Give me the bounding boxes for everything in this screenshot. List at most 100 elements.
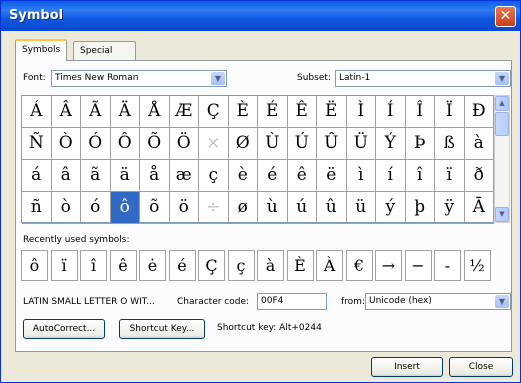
symbol-cell[interactable]: Ā	[464, 192, 494, 224]
symbol-cell[interactable]: Þ	[405, 128, 435, 160]
recent-symbol-cell[interactable]: −	[404, 250, 432, 281]
symbol-cell[interactable]: ó	[81, 192, 111, 224]
symbol-cell[interactable]: ø	[228, 192, 258, 224]
autocorrect-button[interactable]: AutoCorrect...	[23, 319, 105, 339]
symbol-cell[interactable]: Í	[376, 96, 406, 128]
symbol-cell[interactable]: Ò	[51, 128, 81, 160]
symbol-cell[interactable]: Æ	[169, 96, 199, 128]
symbol-cell[interactable]: Ê	[287, 96, 317, 128]
scroll-thumb[interactable]	[495, 112, 509, 136]
symbol-cell[interactable]: Á	[22, 96, 52, 128]
symbol-cell[interactable]: Ý	[376, 128, 406, 160]
symbol-cell[interactable]: ä	[110, 160, 140, 192]
symbol-cell[interactable]: ×	[199, 128, 229, 160]
chevron-down-icon[interactable]: ▼	[495, 72, 509, 85]
symbol-cell[interactable]: ù	[258, 192, 288, 224]
from-dropdown[interactable]: Unicode (hex) ▼	[365, 293, 511, 310]
symbol-cell[interactable]: Ù	[258, 128, 288, 160]
recent-symbol-cell[interactable]: €	[345, 250, 373, 281]
recent-symbol-cell[interactable]: é	[168, 250, 196, 281]
subset-dropdown[interactable]: Latin-1 ▼	[335, 70, 511, 87]
symbol-cell[interactable]: É	[258, 96, 288, 128]
tab-special-characters[interactable]: Special Characters	[73, 41, 137, 74]
recent-symbol-cell[interactable]: -	[434, 250, 461, 281]
symbol-cell[interactable]: Î	[405, 96, 435, 128]
scroll-up-icon[interactable]: ▲	[495, 96, 509, 111]
symbol-cell[interactable]: å	[140, 160, 170, 192]
recent-symbol-cell[interactable]: ė	[139, 250, 166, 281]
symbol-cell[interactable]: ï	[435, 160, 465, 192]
symbol-cell[interactable]: ì	[346, 160, 376, 192]
recent-symbol-cell[interactable]: Ç	[198, 250, 225, 281]
grid-scrollbar[interactable]: ▲ ▼	[494, 95, 510, 223]
symbol-cell[interactable]: Ì	[346, 96, 376, 128]
symbol-cell[interactable]: ÿ	[435, 192, 465, 224]
recent-symbol-cell[interactable]: ï	[50, 250, 78, 281]
symbol-cell[interactable]: þ	[405, 192, 435, 224]
symbol-cell[interactable]: ú	[287, 192, 317, 224]
shortcut-key-button[interactable]: Shortcut Key...	[119, 319, 205, 339]
recent-symbol-cell[interactable]: À	[316, 250, 343, 281]
symbol-cell[interactable]: Ü	[346, 128, 376, 160]
symbol-cell[interactable]: î	[405, 160, 435, 192]
from-value: Unicode (hex)	[369, 296, 432, 306]
symbol-cell[interactable]: Ñ	[22, 128, 52, 160]
chevron-down-icon[interactable]: ▼	[211, 72, 225, 85]
symbol-cell[interactable]: Õ	[140, 128, 170, 160]
close-icon[interactable]: ✕	[495, 6, 516, 27]
symbol-cell[interactable]: Ë	[317, 96, 347, 128]
symbol-cell[interactable]: ê	[287, 160, 317, 192]
symbol-cell[interactable]: û	[317, 192, 347, 224]
symbol-cell[interactable]: ô	[110, 192, 140, 224]
symbol-cell[interactable]: è	[228, 160, 258, 192]
symbol-cell[interactable]: È	[228, 96, 258, 128]
symbol-cell[interactable]: ã	[81, 160, 111, 192]
symbol-cell[interactable]: ÷	[199, 192, 229, 224]
recent-symbol-cell[interactable]: ½	[463, 250, 491, 281]
symbol-cell[interactable]: Ø	[228, 128, 258, 160]
symbol-cell[interactable]: ý	[376, 192, 406, 224]
symbol-cell[interactable]: ð	[464, 160, 494, 192]
symbol-cell[interactable]: Â	[51, 96, 81, 128]
recent-symbol-cell[interactable]: î	[80, 250, 107, 281]
symbol-cell[interactable]: Ú	[287, 128, 317, 160]
symbol-cell[interactable]: õ	[140, 192, 170, 224]
symbol-cell[interactable]: Ã	[81, 96, 111, 128]
symbol-cell[interactable]: Å	[140, 96, 170, 128]
symbol-cell[interactable]: Ó	[81, 128, 111, 160]
symbol-cell[interactable]: æ	[169, 160, 199, 192]
recent-symbol-cell[interactable]: ô	[21, 250, 48, 281]
recent-symbol-cell[interactable]: ç	[227, 250, 255, 281]
symbol-cell[interactable]: ñ	[22, 192, 52, 224]
symbol-cell[interactable]: í	[376, 160, 406, 192]
symbol-cell[interactable]: ü	[346, 192, 376, 224]
symbol-cell[interactable]: Ð	[464, 96, 494, 128]
symbol-cell[interactable]: ß	[435, 128, 465, 160]
symbol-cell[interactable]: ë	[317, 160, 347, 192]
symbol-cell[interactable]: Û	[317, 128, 347, 160]
recent-symbol-cell[interactable]: →	[375, 250, 402, 281]
symbol-cell[interactable]: Ä	[110, 96, 140, 128]
symbol-cell[interactable]: â	[51, 160, 81, 192]
title-bar[interactable]: Symbol ✕	[1, 1, 520, 31]
close-button[interactable]: Close	[449, 357, 513, 377]
symbol-cell[interactable]: ç	[199, 160, 229, 192]
tab-symbols[interactable]: Symbols	[15, 39, 68, 61]
symbol-cell[interactable]: ò	[51, 192, 81, 224]
chevron-down-icon[interactable]: ▼	[495, 295, 509, 308]
symbol-cell[interactable]: à	[464, 128, 494, 160]
symbol-cell[interactable]: Ï	[435, 96, 465, 128]
symbol-cell[interactable]: Ç	[199, 96, 229, 128]
symbol-cell[interactable]: é	[258, 160, 288, 192]
recent-symbol-cell[interactable]: È	[286, 250, 314, 281]
recent-symbol-cell[interactable]: à	[257, 250, 284, 281]
character-code-input[interactable]: 00F4	[257, 293, 327, 310]
scroll-down-icon[interactable]: ▼	[495, 207, 509, 222]
symbol-cell[interactable]: á	[22, 160, 52, 192]
symbol-cell[interactable]: Ö	[169, 128, 199, 160]
symbol-cell[interactable]: ö	[169, 192, 199, 224]
recent-symbol-cell[interactable]: ê	[109, 250, 137, 281]
insert-button[interactable]: Insert	[371, 357, 443, 377]
symbol-cell[interactable]: Ô	[110, 128, 140, 160]
font-dropdown[interactable]: Times New Roman ▼	[51, 70, 227, 87]
